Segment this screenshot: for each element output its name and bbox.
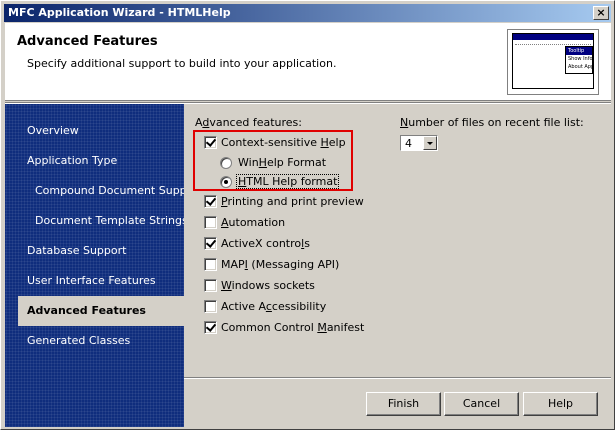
- thumbnail-window: Tooltip Show Info About App: [512, 33, 594, 89]
- page-header: Advanced Features Specify additional sup…: [5, 23, 611, 101]
- mapi-label[interactable]: MAPI (Messaging API): [221, 258, 339, 271]
- manifest-label[interactable]: Common Control Manifest: [221, 321, 364, 334]
- winhelp-radio[interactable]: [220, 157, 232, 169]
- sidebar-item-label: User Interface Features: [27, 274, 156, 287]
- sidebar-item-label: Overview: [27, 124, 79, 137]
- printing-checkbox[interactable]: [204, 195, 217, 208]
- thumbnail-menu-item: Show Info: [568, 56, 592, 62]
- htmlhelp-radio[interactable]: [220, 176, 232, 188]
- thumbnail-menu: Tooltip Show Info About App: [565, 46, 593, 74]
- sockets-checkbox[interactable]: [204, 279, 217, 292]
- thumbnail-titlebar: [513, 34, 593, 40]
- window-title: MFC Application Wizard - HTMLHelp: [8, 6, 231, 19]
- page-subtitle: Specify additional support to build into…: [27, 57, 337, 70]
- context-help-checkbox[interactable]: [204, 136, 217, 149]
- wizard-sidebar: Overview Application Type Compound Docum…: [5, 104, 184, 427]
- thumbnail-menubar: [515, 42, 591, 45]
- sidebar-item-application-type[interactable]: Application Type: [5, 146, 184, 176]
- recent-files-value: 4: [405, 137, 412, 150]
- thumbnail-menu-item: Tooltip: [566, 47, 592, 55]
- sidebar-item-label: Database Support: [27, 244, 127, 257]
- cancel-button[interactable]: Cancel: [444, 392, 519, 416]
- sidebar-item-overview[interactable]: Overview: [5, 116, 184, 146]
- automation-label[interactable]: Automation: [221, 216, 285, 229]
- sidebar-item-user-interface-features[interactable]: User Interface Features: [5, 266, 184, 296]
- recent-files-label: Number of files on recent file list:: [400, 116, 584, 129]
- thumbnail-menu-item: About App: [568, 64, 592, 70]
- printing-label[interactable]: Printing and print preview: [221, 195, 364, 208]
- winhelp-label[interactable]: WinHelp Format: [238, 156, 326, 169]
- mapi-checkbox[interactable]: [204, 258, 217, 271]
- sidebar-item-label: Compound Document Support: [35, 184, 184, 197]
- activex-label[interactable]: ActiveX controls: [221, 237, 310, 250]
- sidebar-item-database-support[interactable]: Database Support: [5, 236, 184, 266]
- sockets-label[interactable]: Windows sockets: [221, 279, 315, 292]
- sidebar-item-advanced-features[interactable]: Advanced Features: [18, 296, 184, 326]
- sidebar-item-label: Generated Classes: [27, 334, 131, 347]
- finish-button[interactable]: Finish: [366, 392, 441, 416]
- close-icon: ×: [596, 6, 606, 19]
- recent-files-dropdown[interactable]: 4: [400, 135, 438, 151]
- advanced-features-heading: Advanced features:: [195, 116, 302, 129]
- wizard-window: MFC Application Wizard - HTMLHelp × Adva…: [0, 0, 615, 430]
- footer-divider: [184, 377, 611, 379]
- title-bar[interactable]: MFC Application Wizard - HTMLHelp ×: [4, 4, 611, 22]
- close-button[interactable]: ×: [593, 6, 609, 20]
- sidebar-item-generated-classes[interactable]: Generated Classes: [5, 326, 184, 356]
- wizard-thumbnail-icon: Tooltip Show Info About App: [507, 29, 599, 95]
- activex-checkbox[interactable]: [204, 237, 217, 250]
- sidebar-item-label: Application Type: [27, 154, 118, 167]
- automation-checkbox[interactable]: [204, 216, 217, 229]
- help-button[interactable]: Help: [523, 392, 598, 416]
- sidebar-item-compound-document-support[interactable]: Compound Document Support: [5, 176, 184, 206]
- context-help-label[interactable]: Context-sensitive Help: [221, 136, 346, 149]
- sidebar-item-label: Document Template Strings: [35, 214, 184, 227]
- sidebar-item-label: Advanced Features: [27, 304, 146, 317]
- htmlhelp-label[interactable]: HTML Help format: [236, 174, 340, 189]
- accessibility-checkbox[interactable]: [204, 300, 217, 313]
- manifest-checkbox[interactable]: [204, 321, 217, 334]
- sidebar-item-document-template-strings[interactable]: Document Template Strings: [5, 206, 184, 236]
- page-title: Advanced Features: [17, 34, 158, 49]
- accessibility-label[interactable]: Active Accessibility: [221, 300, 326, 313]
- chevron-down-icon[interactable]: [423, 136, 437, 150]
